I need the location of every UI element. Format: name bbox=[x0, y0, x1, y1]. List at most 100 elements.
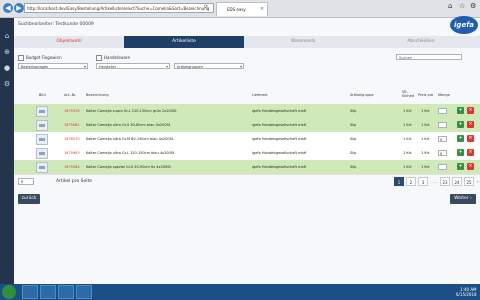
row-artnr[interactable]: 1675926 bbox=[64, 109, 80, 113]
close-tab-icon[interactable]: × bbox=[260, 6, 264, 12]
cart-icon[interactable]: ⊕ bbox=[3, 48, 11, 56]
gear-icon[interactable]: ⚙ bbox=[3, 80, 11, 88]
clock[interactable]: 1:40 AM 6/15/2018 bbox=[456, 287, 477, 297]
row-artikelgruppe: Slip bbox=[350, 123, 357, 127]
bestellvorlagen-select[interactable]: Bestellvorlagen bbox=[18, 63, 88, 70]
start-button[interactable] bbox=[2, 285, 16, 299]
page-2-button[interactable]: 2 bbox=[406, 177, 416, 186]
handelsware-checkbox[interactable]: Handelsware bbox=[96, 55, 130, 61]
page-24-button[interactable]: 24 bbox=[452, 177, 462, 186]
row-preis: 1 Krt bbox=[421, 109, 430, 113]
gear-icon[interactable]: ⚙ bbox=[470, 2, 476, 10]
star-icon[interactable]: ☆ bbox=[459, 2, 465, 10]
table-row[interactable]: 1676070 Kalter Comelja ultra Gr.M 80-130… bbox=[14, 132, 480, 147]
col-bild[interactable]: Bild bbox=[39, 93, 46, 97]
page-23-button[interactable]: 23 bbox=[440, 177, 450, 186]
col-preis[interactable]: Preis pro bbox=[418, 93, 433, 97]
quantity-input[interactable]: 0 bbox=[438, 150, 447, 156]
page-1-button[interactable]: 1 bbox=[394, 177, 404, 186]
home-icon[interactable]: ⌂ bbox=[448, 2, 452, 10]
step-progress: Objektwahl Artikelliste Warenkorb Abschl… bbox=[14, 36, 480, 48]
table-row[interactable]: 1675983 Kalter Comelja ultra Gr.L 120-15… bbox=[14, 146, 480, 161]
col-lieferant[interactable]: Lieferant bbox=[252, 93, 268, 97]
table-row[interactable]: 1675984 Kalter Comelja spezial Gr.S 50-9… bbox=[14, 160, 480, 175]
row-preis: 1 Krt bbox=[421, 137, 430, 141]
add-to-cart-button[interactable]: + bbox=[457, 135, 464, 142]
row-einheit: 1 Krt bbox=[403, 123, 412, 127]
step-objektwahl[interactable]: Objektwahl bbox=[14, 36, 124, 48]
col-bezeichnung[interactable]: Bezeichnung bbox=[86, 93, 109, 97]
row-artikelgruppe: Slip bbox=[350, 151, 357, 155]
row-lieferant: igefa Handelsgesellschaft mbH bbox=[252, 123, 307, 127]
product-image[interactable] bbox=[36, 148, 48, 159]
remove-button[interactable]: × bbox=[467, 107, 474, 114]
search-input[interactable]: Suchen bbox=[396, 54, 462, 60]
product-image[interactable] bbox=[36, 134, 48, 145]
table-row[interactable]: 1675682 Kalter Comelja ultra Gr.S 50-80c… bbox=[14, 118, 480, 133]
row-bezeichnung[interactable]: Kalter Comelja ultra Gr.M 80-130cm blau … bbox=[86, 137, 173, 141]
col-menge[interactable]: Menge bbox=[438, 93, 450, 97]
next-button[interactable]: Weiter › bbox=[450, 194, 476, 204]
row-artnr[interactable]: 1676070 bbox=[64, 137, 80, 141]
page-25-button[interactable]: 25 bbox=[464, 177, 474, 186]
back-button[interactable]: zurück bbox=[18, 194, 40, 204]
row-artikelgruppe: Slip bbox=[350, 109, 357, 113]
taskbar: 1:40 AM 6/15/2018 bbox=[0, 284, 480, 300]
budget-checkbox[interactable]: Budget Fixgewinn bbox=[18, 55, 62, 61]
row-artnr[interactable]: 1675983 bbox=[64, 151, 80, 155]
checkbox-icon[interactable] bbox=[18, 55, 24, 61]
row-lieferant: igefa Handelsgesellschaft mbH bbox=[252, 151, 307, 155]
row-einheit: 1 Krt bbox=[403, 109, 412, 113]
quantity-input[interactable]: 0 bbox=[438, 136, 447, 142]
product-image[interactable] bbox=[36, 120, 48, 131]
per-page-select[interactable]: 5 bbox=[18, 178, 34, 185]
row-lieferant: igefa Handelsgesellschaft mbH bbox=[252, 109, 307, 113]
artikelgruppen-select[interactable]: Artikelgruppen bbox=[174, 63, 244, 70]
step-artikelliste[interactable]: Artikelliste bbox=[124, 36, 244, 48]
address-bar[interactable]: http://localhost.dev/Easy/Bestellung/Art… bbox=[24, 3, 214, 13]
page-3-button[interactable]: 3 bbox=[418, 177, 428, 186]
row-bezeichnung[interactable]: Kalter Comelja ultra Gr.L 120-150cm blau… bbox=[86, 151, 174, 155]
row-einheit: 1 Krt bbox=[403, 151, 412, 155]
back-icon[interactable]: ◀ bbox=[3, 3, 13, 13]
row-bezeichnung[interactable]: Kalter Comelja spezial Gr.S 50-90cm fix … bbox=[86, 165, 171, 169]
product-image[interactable] bbox=[36, 106, 48, 117]
add-to-cart-button[interactable]: + bbox=[457, 149, 464, 156]
home-icon[interactable]: ⌂ bbox=[3, 32, 11, 40]
step-warenkorb[interactable]: Warenkorb bbox=[244, 36, 362, 48]
browser-chrome: ◀ ▶ http://localhost.dev/Easy/Bestellung… bbox=[0, 0, 480, 18]
col-ve-einheit[interactable]: VE-Einheit bbox=[402, 90, 418, 98]
media-icon[interactable] bbox=[58, 285, 74, 299]
col-artikelgruppe[interactable]: Artikelgruppe bbox=[350, 93, 374, 97]
quantity-input[interactable] bbox=[438, 108, 447, 114]
explorer-icon[interactable] bbox=[22, 285, 38, 299]
browser-icon[interactable] bbox=[40, 285, 56, 299]
refresh-icon[interactable]: ⟳ bbox=[204, 4, 208, 10]
add-to-cart-button[interactable]: + bbox=[457, 121, 464, 128]
remove-button[interactable]: × bbox=[467, 135, 474, 142]
igefa-logo: igefa bbox=[450, 16, 478, 34]
hersteller-select[interactable]: Hersteller bbox=[96, 63, 170, 70]
step-abschliessen[interactable]: Abschließen bbox=[362, 36, 480, 48]
row-bezeichnung[interactable]: Kalter Comelja supra Gr.L 120-130cm grün… bbox=[86, 109, 177, 113]
col-artnr[interactable]: Art.-Nr. bbox=[64, 93, 76, 97]
next-page-icon[interactable]: › bbox=[476, 177, 480, 186]
quantity-input[interactable] bbox=[438, 122, 447, 128]
row-artnr[interactable]: 1675984 bbox=[64, 165, 80, 169]
folder-icon[interactable] bbox=[76, 285, 92, 299]
product-image[interactable] bbox=[36, 162, 48, 173]
row-bezeichnung[interactable]: Kalter Comelja ultra Gr.S 50-80cm blau 4… bbox=[86, 123, 170, 127]
checkbox-icon[interactable] bbox=[96, 55, 102, 61]
row-lieferant: igefa Handelsgesellschaft mbH bbox=[252, 165, 307, 169]
remove-button[interactable]: × bbox=[467, 121, 474, 128]
budget-label: Budget Fixgewinn bbox=[26, 55, 62, 60]
remove-button[interactable]: × bbox=[467, 163, 474, 170]
add-to-cart-button[interactable]: + bbox=[457, 107, 464, 114]
add-to-cart-button[interactable]: + bbox=[457, 163, 464, 170]
remove-button[interactable]: × bbox=[467, 149, 474, 156]
forward-icon[interactable]: ▶ bbox=[14, 3, 24, 13]
quantity-input[interactable] bbox=[438, 164, 447, 170]
row-artnr[interactable]: 1675682 bbox=[64, 123, 80, 127]
table-row[interactable]: 1675926 Kalter Comelja supra Gr.L 120-13… bbox=[14, 104, 480, 119]
user-icon[interactable]: ● bbox=[3, 64, 11, 72]
